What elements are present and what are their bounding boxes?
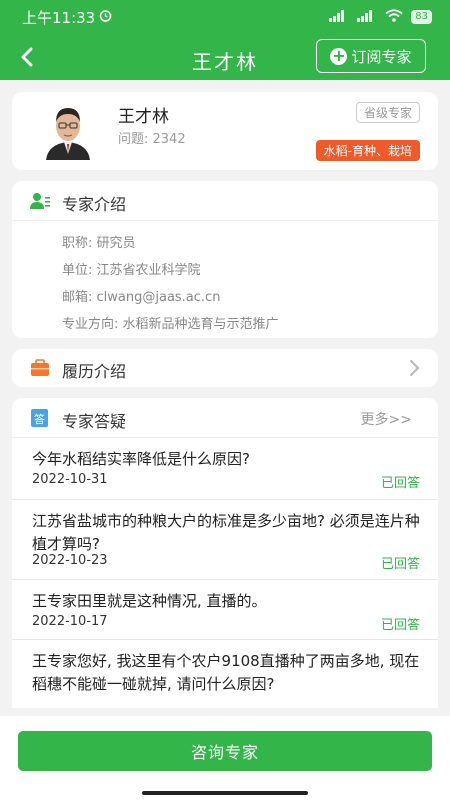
resume-title: 履历介绍 (62, 362, 127, 381)
expert-intro-header: 专家介绍 (12, 181, 438, 221)
svg-text:答: 答 (34, 412, 45, 426)
qa-date: 2022-10-31 (32, 472, 108, 487)
expert-intro-title: 专家介绍 (62, 195, 127, 214)
info-unit-line: 单位: 江苏省农业科学院 (62, 263, 201, 278)
expert-field-badge: 水稻-育种、栽培 (315, 140, 420, 161)
qa-status: 已回答 (380, 618, 420, 633)
expert-intro-card: 专家介绍 职称: 研究员 单位: 江苏省农业科学院 邮箱: clwang@jaa… (12, 181, 438, 338)
home-indicator (142, 791, 308, 795)
expert-qa-title: 专家答疑 (62, 412, 127, 431)
subscribe-label: 订阅专家 (351, 47, 412, 66)
status-time: 上午11:33 (22, 8, 96, 27)
signal-icon-2 (357, 9, 377, 25)
resume-briefcase-icon (31, 359, 49, 376)
expert-profile-card: 王才林 问题: 2342 省级专家 水稻-育种、栽培 (12, 92, 438, 170)
qa-list-item[interactable]: 王专家您好, 我这里有个农户9108直播种了两亩多地, 现在稻穗不能碰一碰就掉,… (12, 640, 438, 708)
avatar (42, 102, 94, 160)
expert-level-badge: 省级专家 (355, 102, 420, 123)
qa-question: 王专家您好, 我这里有个农户9108直播种了两亩多地, 现在稻穗不能碰一碰就掉,… (32, 652, 420, 693)
battery-icon: 83 (411, 10, 432, 24)
qa-question: 王专家田里就是这种情况, 直播的。 (32, 592, 267, 610)
subscribe-expert-button[interactable]: + 订阅专家 (316, 39, 426, 73)
qa-question: 今年水稻结实率降低是什么原因? (32, 450, 250, 468)
info-specialty-line: 专业方向: 水稻新品种选育与示范推广 (62, 317, 279, 332)
expert-intro-icon (30, 193, 50, 209)
expert-name: 王才林 (118, 107, 169, 127)
signal-icon-1 (329, 9, 349, 25)
info-email-line: 邮箱: clwang@jaas.ac.cn (62, 290, 221, 305)
expert-qa-header: 答 专家答疑 更多>> (12, 398, 438, 438)
question-count: 问题: 2342 (118, 132, 186, 147)
qa-date: 2022-10-17 (32, 614, 108, 629)
bottom-bar: 咨询专家 (0, 716, 450, 800)
qa-status: 已回答 (380, 557, 420, 572)
nav-bar: 王才林 + 订阅专家 (0, 34, 450, 80)
qa-question: 江苏省盐城市的种粮大户的标准是多少亩地? 必须是连片种植才算吗? (32, 512, 420, 553)
qa-list-item[interactable]: 今年水稻结实率降低是什么原因? 2022-10-31 已回答 (12, 438, 438, 500)
qa-icon: 答 (31, 409, 48, 427)
status-bar: 上午11:33 83 (0, 0, 450, 34)
qa-list-item[interactable]: 王专家田里就是这种情况, 直播的。 2022-10-17 已回答 (12, 580, 438, 640)
plus-circle-icon: + (330, 45, 348, 65)
qa-status: 已回答 (380, 476, 420, 491)
info-title-line: 职称: 研究员 (62, 236, 136, 251)
resume-row[interactable]: 履历介绍 (12, 349, 438, 387)
chevron-right-icon (409, 359, 420, 377)
consult-expert-button[interactable]: 咨询专家 (18, 731, 432, 771)
alarm-icon (99, 8, 112, 26)
qa-date: 2022-10-23 (32, 553, 108, 568)
wifi-icon (385, 8, 403, 26)
qa-list-item[interactable]: 江苏省盐城市的种粮大户的标准是多少亩地? 必须是连片种植才算吗? 2022-10… (12, 500, 438, 580)
more-link[interactable]: 更多>> (361, 409, 412, 429)
expert-qa-card: 答 专家答疑 更多>> 今年水稻结实率降低是什么原因? 2022-10-31 已… (12, 398, 438, 708)
